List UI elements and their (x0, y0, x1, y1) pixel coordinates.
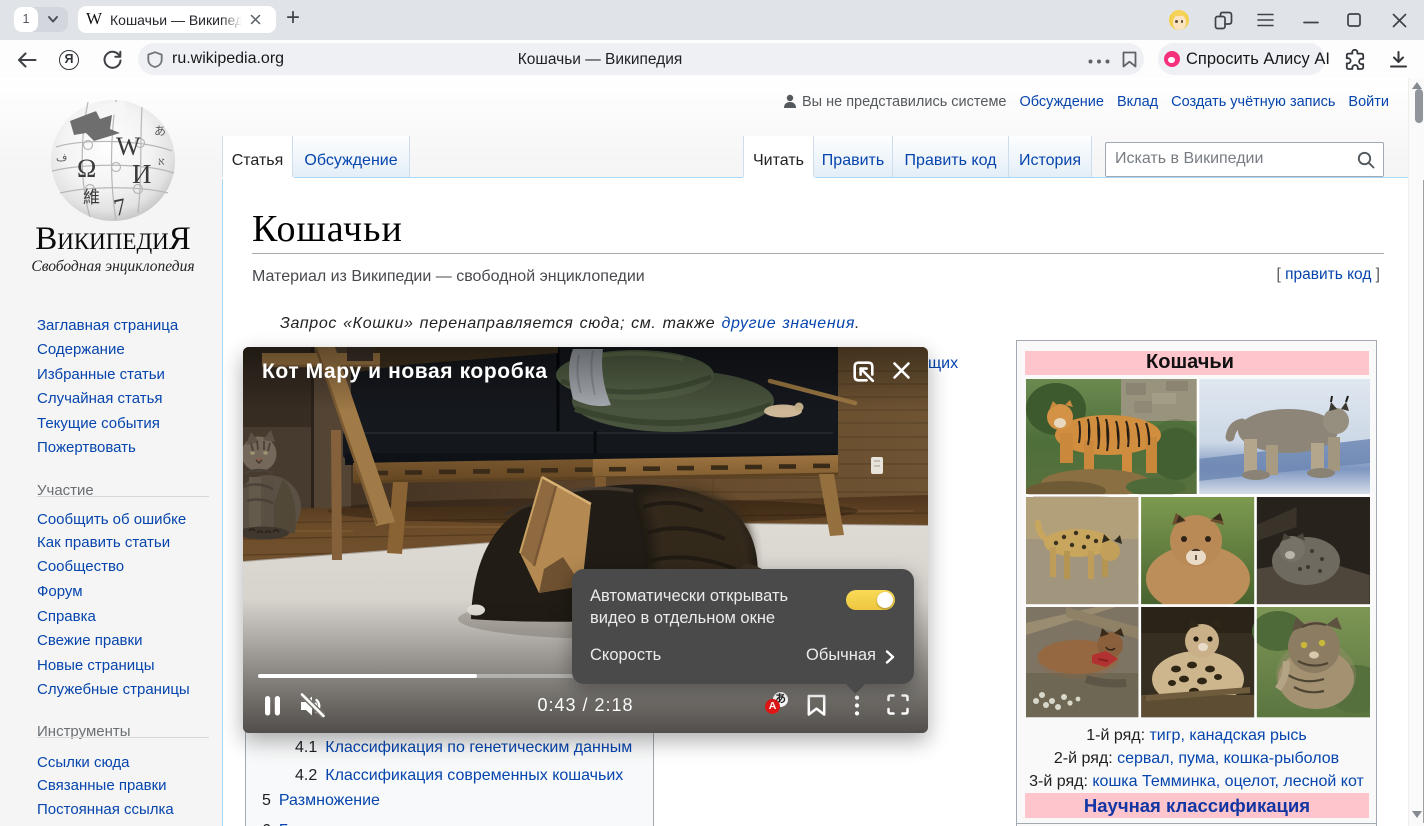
svg-text:維: 維 (83, 188, 100, 207)
svg-text:W: W (116, 132, 141, 161)
svg-text:ف: ف (56, 152, 67, 164)
svg-text:Ω: Ω (77, 154, 96, 183)
svg-text:И: И (132, 159, 152, 189)
svg-text:א: א (158, 156, 165, 168)
svg-text:あ: あ (154, 124, 166, 138)
